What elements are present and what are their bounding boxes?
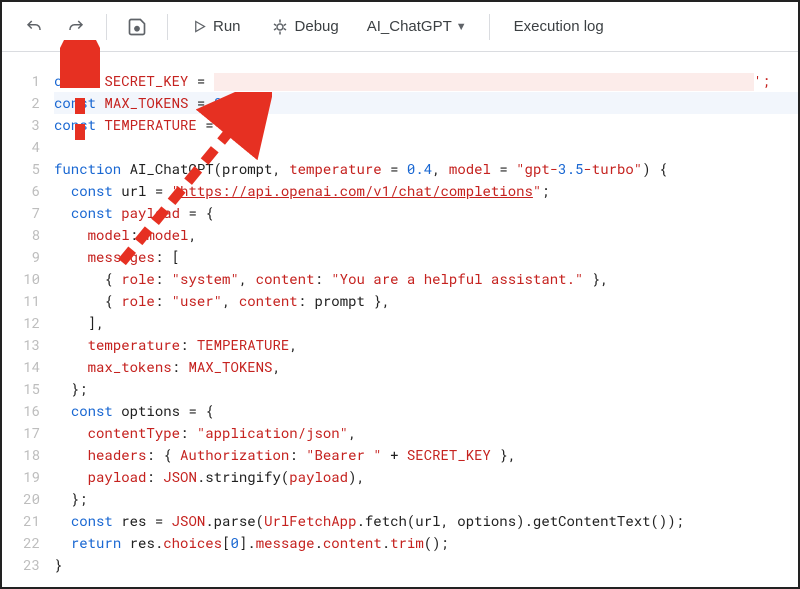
undo-button[interactable] — [16, 9, 52, 45]
function-selected-label: AI_ChatGPT — [367, 18, 452, 35]
chevron-down-icon: ▼ — [456, 21, 467, 33]
code-line[interactable]: }; — [54, 378, 798, 400]
code-line[interactable]: payload: JSON.stringify(payload), — [54, 466, 798, 488]
divider — [489, 14, 490, 40]
save-button[interactable] — [119, 9, 155, 45]
line-number: 6 — [2, 180, 40, 202]
code-line[interactable]: const payload = { — [54, 202, 798, 224]
redo-icon — [67, 18, 85, 36]
line-number: 15 — [2, 378, 40, 400]
code-line[interactable] — [54, 136, 798, 158]
save-icon — [127, 17, 147, 37]
code-line[interactable]: } — [54, 554, 798, 576]
code-line[interactable]: }; — [54, 488, 798, 510]
code-line[interactable]: model: model, — [54, 224, 798, 246]
code-line[interactable]: const SECRET_KEY = '; — [54, 70, 798, 92]
divider — [106, 14, 107, 40]
toolbar: Run Debug AI_ChatGPT ▼ Execution log — [2, 2, 798, 52]
line-number: 3 — [2, 114, 40, 136]
code-line[interactable]: return res.choices[0].message.content.tr… — [54, 532, 798, 554]
code-line[interactable]: max_tokens: MAX_TOKENS, — [54, 356, 798, 378]
line-number: 4 — [2, 136, 40, 158]
redo-button[interactable] — [58, 9, 94, 45]
line-number: 7 — [2, 202, 40, 224]
line-number: 10 — [2, 268, 40, 290]
line-number: 18 — [2, 444, 40, 466]
debug-label: Debug — [295, 18, 339, 35]
line-number: 1 — [2, 70, 40, 92]
code-line[interactable]: contentType: "application/json", — [54, 422, 798, 444]
line-number: 13 — [2, 334, 40, 356]
divider — [167, 14, 168, 40]
line-number: 5 — [2, 158, 40, 180]
line-number: 2 — [2, 92, 40, 114]
undo-icon — [25, 18, 43, 36]
code-line[interactable]: const MAX_TOKENS = 800; — [54, 92, 798, 114]
debug-button[interactable]: Debug — [259, 9, 351, 45]
function-selector[interactable]: AI_ChatGPT ▼ — [357, 9, 477, 45]
code-line[interactable]: { role: "system", content: "You are a he… — [54, 268, 798, 290]
code-line[interactable]: function AI_ChatGPT(prompt, temperature … — [54, 158, 798, 180]
execution-log-button[interactable]: Execution log — [502, 9, 616, 45]
code-editor[interactable]: 1234567891011121314151617181920212223 co… — [2, 52, 798, 587]
line-number: 23 — [2, 554, 40, 576]
line-number: 22 — [2, 532, 40, 554]
debug-icon — [271, 18, 289, 36]
line-number: 12 — [2, 312, 40, 334]
line-number: 17 — [2, 422, 40, 444]
line-number: 11 — [2, 290, 40, 312]
line-number: 9 — [2, 246, 40, 268]
code-line[interactable]: const url = "https://api.openai.com/v1/c… — [54, 180, 798, 202]
line-number: 14 — [2, 356, 40, 378]
code-line[interactable]: const options = { — [54, 400, 798, 422]
line-number: 8 — [2, 224, 40, 246]
line-number-gutter: 1234567891011121314151617181920212223 — [2, 70, 54, 587]
code-line[interactable]: temperature: TEMPERATURE, — [54, 334, 798, 356]
line-number: 20 — [2, 488, 40, 510]
run-label: Run — [213, 18, 241, 35]
line-number: 19 — [2, 466, 40, 488]
code-line[interactable]: messages: [ — [54, 246, 798, 268]
code-area[interactable]: const SECRET_KEY = ';const MAX_TOKENS = … — [54, 70, 798, 587]
code-line[interactable]: ], — [54, 312, 798, 334]
execution-log-label: Execution log — [514, 18, 604, 35]
run-button[interactable]: Run — [180, 9, 253, 45]
code-line[interactable]: const TEMPERATURE = 0.9; — [54, 114, 798, 136]
code-line[interactable]: const res = JSON.parse(UrlFetchApp.fetch… — [54, 510, 798, 532]
line-number: 21 — [2, 510, 40, 532]
play-icon — [192, 19, 207, 34]
code-line[interactable]: { role: "user", content: prompt }, — [54, 290, 798, 312]
line-number: 16 — [2, 400, 40, 422]
code-line[interactable]: headers: { Authorization: "Bearer " + SE… — [54, 444, 798, 466]
